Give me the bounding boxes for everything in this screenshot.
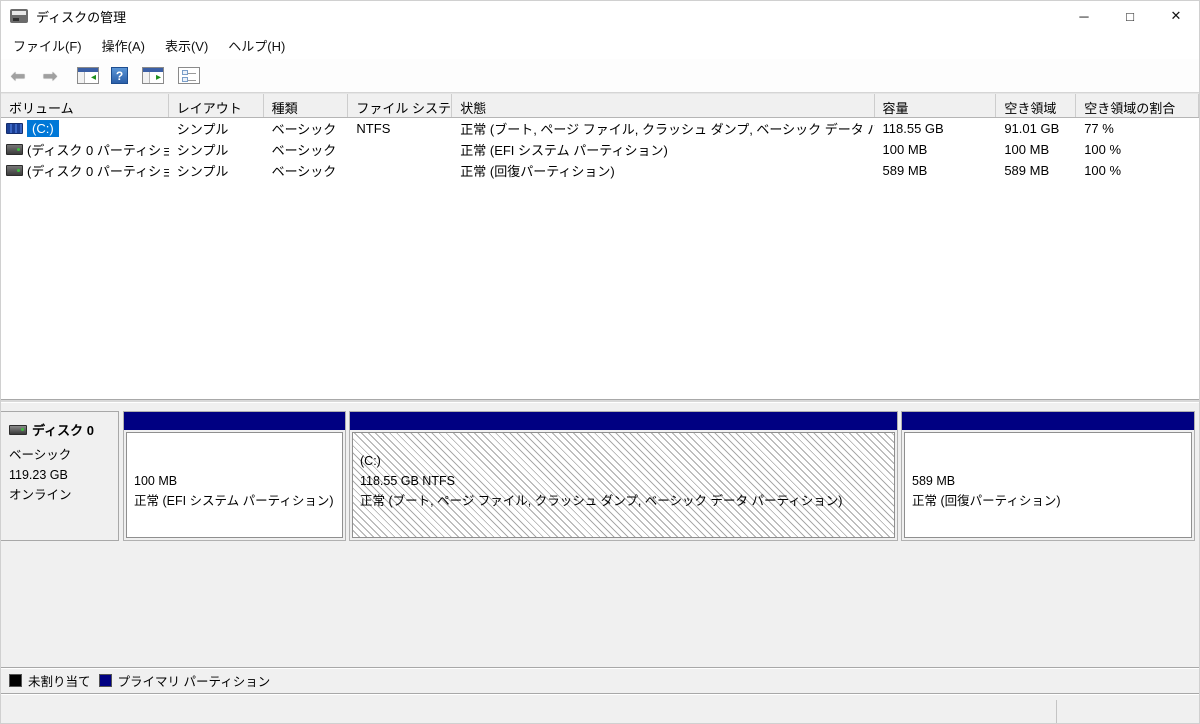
cell-type: ベーシック: [264, 119, 349, 138]
table-row-partition-4[interactable]: (ディスク 0 パーティション 4) シンプル ベーシック 正常 (回復パーティ…: [1, 160, 1199, 181]
volume-name-selected: (C:): [27, 120, 59, 137]
partition-color-bar: [124, 412, 345, 430]
partition-size: 100 MB: [134, 471, 342, 491]
partition-recovery[interactable]: 589 MB 正常 (回復パーティション): [901, 411, 1195, 541]
back-arrow-icon[interactable]: ⬅: [5, 67, 31, 85]
volume-icon: [6, 123, 23, 134]
properties-icon[interactable]: [178, 67, 200, 84]
menu-view[interactable]: 表示(V): [155, 32, 218, 59]
column-header-status[interactable]: 状態: [452, 94, 874, 117]
partition-body: (C:) 118.55 GB NTFS 正常 (ブート, ページ ファイル, ク…: [352, 432, 895, 538]
status-bar: [1, 693, 1199, 723]
cell-status: 正常 (回復パーティション): [452, 161, 874, 180]
menu-file[interactable]: ファイル(F): [3, 32, 92, 59]
cell-free-pct: 100 %: [1076, 163, 1199, 178]
volume-name: (ディスク 0 パーティション 1): [27, 140, 169, 159]
volume-name: (ディスク 0 パーティション 4): [27, 161, 169, 180]
cell-free: 91.01 GB: [996, 121, 1076, 136]
partition-status: 正常 (ブート, ページ ファイル, クラッシュ ダンプ, ベーシック データ …: [360, 491, 894, 511]
action-pane-icon[interactable]: ▸: [142, 67, 164, 84]
cell-type: ベーシック: [264, 140, 349, 159]
column-header-free-pct[interactable]: 空き領域の割合: [1076, 94, 1199, 117]
legend-label: 未割り当て: [28, 671, 91, 690]
disk-management-app-icon: [10, 9, 28, 23]
maximize-button[interactable]: □: [1107, 1, 1153, 31]
menu-action[interactable]: 操作(A): [92, 32, 155, 59]
disk-size: 119.23 GB: [9, 465, 112, 485]
cell-capacity: 589 MB: [875, 163, 997, 178]
partition-color-bar: [350, 412, 897, 430]
disk-name: ディスク 0: [32, 420, 94, 439]
cell-status: 正常 (EFI システム パーティション): [452, 140, 874, 159]
cell-free-pct: 100 %: [1076, 142, 1199, 157]
window-controls: ─ □ ✕: [1061, 1, 1199, 31]
partition-efi[interactable]: 100 MB 正常 (EFI システム パーティション): [123, 411, 346, 541]
help-icon[interactable]: ?: [111, 67, 128, 84]
partition-color-bar: [902, 412, 1194, 430]
forward-arrow-icon[interactable]: ➡: [37, 67, 63, 85]
title-bar: ディスクの管理 ─ □ ✕: [1, 1, 1199, 31]
partition-c[interactable]: (C:) 118.55 GB NTFS 正常 (ブート, ページ ファイル, ク…: [349, 411, 898, 541]
column-header-volume[interactable]: ボリューム: [1, 94, 169, 117]
disk-type: ベーシック: [9, 445, 112, 465]
legend-primary-partition: プライマリ パーティション: [99, 671, 271, 690]
column-header-type[interactable]: 種類: [264, 94, 349, 117]
volume-list-pane: ボリューム レイアウト 種類 ファイル システム 状態 容量 空き領域 空き領域…: [1, 93, 1199, 399]
legend-label: プライマリ パーティション: [118, 671, 271, 690]
volume-icon: [6, 165, 23, 176]
column-header-capacity[interactable]: 容量: [875, 94, 997, 117]
disk-0-info-panel[interactable]: ディスク 0 ベーシック 119.23 GB オンライン: [1, 411, 119, 541]
column-header-filesystem[interactable]: ファイル システム: [348, 94, 452, 117]
cell-layout: シンプル: [169, 119, 264, 138]
column-header-free[interactable]: 空き領域: [996, 94, 1076, 117]
partition-strip: 100 MB 正常 (EFI システム パーティション) (C:) 118.55…: [119, 411, 1199, 541]
partition-status: 正常 (回復パーティション): [912, 491, 1191, 511]
console-tree-icon[interactable]: ◂: [77, 67, 99, 84]
disk-0-group: ディスク 0 ベーシック 119.23 GB オンライン 100 MB 正常 (…: [1, 411, 1199, 541]
cell-type: ベーシック: [264, 161, 349, 180]
volume-icon: [6, 144, 23, 155]
partition-body: 100 MB 正常 (EFI システム パーティション): [126, 432, 343, 538]
menu-help[interactable]: ヘルプ(H): [218, 32, 295, 59]
cell-layout: シンプル: [169, 140, 264, 159]
primary-partition-swatch: [99, 674, 112, 687]
cell-free: 100 MB: [996, 142, 1076, 157]
cell-free: 589 MB: [996, 163, 1076, 178]
partition-label: (C:): [360, 451, 894, 471]
cell-free-pct: 77 %: [1076, 121, 1199, 136]
table-row-partition-1[interactable]: (ディスク 0 パーティション 1) シンプル ベーシック 正常 (EFI シス…: [1, 139, 1199, 160]
menu-bar: ファイル(F) 操作(A) 表示(V) ヘルプ(H): [1, 31, 1199, 59]
volume-table-header: ボリューム レイアウト 種類 ファイル システム 状態 容量 空き領域 空き領域…: [1, 94, 1199, 118]
partition-status: 正常 (EFI システム パーティション): [134, 491, 342, 511]
cell-filesystem: NTFS: [348, 121, 452, 136]
cell-capacity: 118.55 GB: [875, 121, 997, 136]
legend-unallocated: 未割り当て: [9, 671, 91, 690]
toolbar: ⬅ ➡ ◂ ? ▸: [1, 59, 1199, 93]
disk-status: オンライン: [9, 485, 112, 505]
minimize-button[interactable]: ─: [1061, 1, 1107, 31]
partition-body: 589 MB 正常 (回復パーティション): [904, 432, 1192, 538]
graphical-view-pane: ディスク 0 ベーシック 119.23 GB オンライン 100 MB 正常 (…: [1, 403, 1199, 667]
disk-management-window: ディスクの管理 ─ □ ✕ ファイル(F) 操作(A) 表示(V) ヘルプ(H)…: [0, 0, 1200, 724]
cell-status: 正常 (ブート, ページ ファイル, クラッシュ ダンプ, ベーシック データ …: [452, 119, 874, 138]
table-row-volume-c[interactable]: (C:) シンプル ベーシック NTFS 正常 (ブート, ページ ファイル, …: [1, 118, 1199, 139]
close-button[interactable]: ✕: [1153, 1, 1199, 31]
status-bar-divider: [1056, 700, 1057, 723]
cell-capacity: 100 MB: [875, 142, 997, 157]
partition-size: 589 MB: [912, 471, 1191, 491]
disk-icon: [9, 425, 27, 435]
cell-layout: シンプル: [169, 161, 264, 180]
window-title: ディスクの管理: [36, 7, 126, 26]
column-header-layout[interactable]: レイアウト: [169, 94, 264, 117]
legend-bar: 未割り当て プライマリ パーティション: [1, 667, 1199, 693]
partition-size: 118.55 GB NTFS: [360, 471, 894, 491]
unallocated-swatch: [9, 674, 22, 687]
